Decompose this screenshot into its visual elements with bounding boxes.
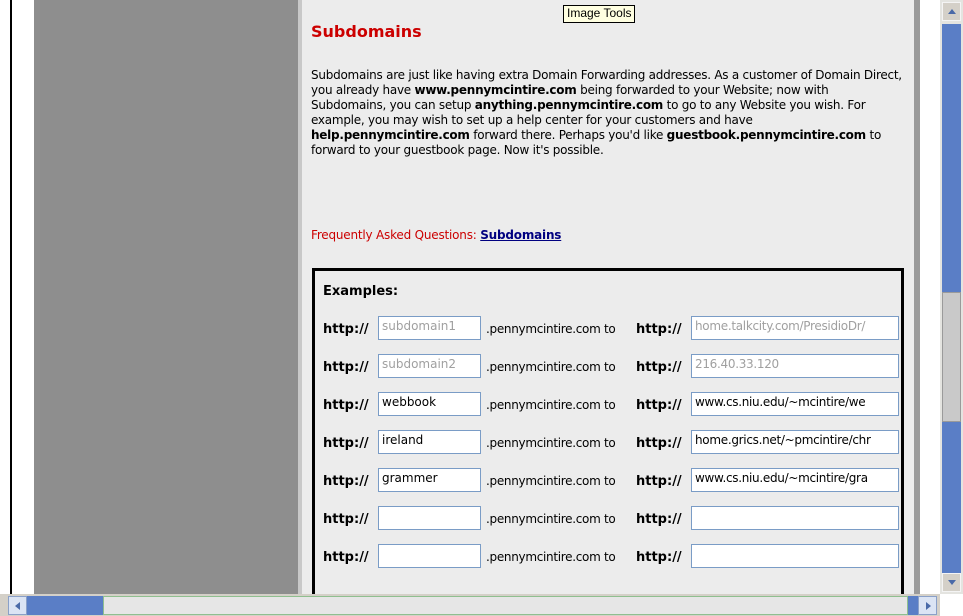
para-bold-4: guestbook.pennymcintire.com: [666, 128, 867, 142]
para-bold-2: anything.pennymcintire.com: [474, 98, 664, 112]
destination-url-input[interactable]: [691, 506, 899, 530]
http-prefix-label: http://: [323, 474, 369, 489]
http-target-label: http://: [636, 322, 682, 337]
para-text-4: forward there. Perhaps you'd like: [469, 128, 667, 142]
example-row: http:// subdomain2 .pennymcintire.com to ht…: [323, 354, 903, 380]
example-row: http:// ireland .pennymcintire.com to http:…: [323, 430, 903, 456]
http-target-label: http://: [636, 550, 682, 565]
destination-url-input[interactable]: home.grics.net/~pmcintire/chr: [691, 430, 899, 454]
vertical-scroll-thumb[interactable]: [942, 292, 961, 422]
destination-url-input[interactable]: www.cs.niu.edu/~mcintire/gra: [691, 468, 899, 492]
domain-suffix-label: .pennymcintire.com to: [486, 550, 616, 564]
arrow-left-icon: [15, 602, 20, 610]
http-target-label: http://: [636, 398, 682, 413]
examples-title: Examples:: [323, 284, 399, 299]
subdomain-input[interactable]: [378, 506, 481, 530]
examples-box: Examples: http:// subdomain1 .pennymcintir…: [312, 268, 904, 594]
subdomain-input[interactable]: ireland: [378, 430, 481, 454]
horizontal-scrollbar[interactable]: [0, 594, 963, 616]
domain-suffix-label: .pennymcintire.com to: [486, 474, 616, 488]
http-prefix-label: http://: [323, 550, 369, 565]
page-title: Subdomains: [311, 22, 422, 41]
http-target-label: http://: [636, 436, 682, 451]
para-bold-1: www.pennymcintire.com: [414, 83, 577, 97]
http-target-label: http://: [636, 512, 682, 527]
destination-url-input[interactable]: www.cs.niu.edu/~mcintire/we: [691, 392, 899, 416]
domain-suffix-label: .pennymcintire.com to: [486, 360, 616, 374]
scroll-right-button[interactable]: [918, 596, 937, 615]
domain-suffix-label: .pennymcintire.com to: [486, 398, 616, 412]
http-prefix-label: http://: [323, 398, 369, 413]
example-row: http:// subdomain1 .pennymcintire.com to ht…: [323, 316, 903, 342]
domain-suffix-label: .pennymcintire.com to: [486, 512, 616, 526]
image-tools-tooltip: Image Tools: [563, 5, 636, 23]
subdomain-input[interactable]: grammer: [378, 468, 481, 492]
subdomain-input[interactable]: webbook: [378, 392, 481, 416]
scroll-up-button[interactable]: [942, 2, 961, 21]
left-frame-border: [10, 0, 12, 594]
faq-subdomains-link[interactable]: Subdomains: [480, 228, 561, 242]
domain-suffix-label: .pennymcintire.com to: [486, 436, 616, 450]
description-paragraph: Subdomains are just like having extra Do…: [311, 68, 907, 158]
example-row: http:// grammer .pennymcintire.com to http:…: [323, 468, 903, 494]
vertical-scrollbar[interactable]: [940, 0, 963, 594]
http-prefix-label: http://: [323, 436, 369, 451]
http-prefix-label: http://: [323, 322, 369, 337]
destination-url-input[interactable]: [691, 544, 899, 568]
destination-url-input[interactable]: 216.40.33.120: [691, 354, 899, 378]
horizontal-scroll-track-left[interactable]: [27, 596, 103, 615]
domain-suffix-label: .pennymcintire.com to: [486, 322, 616, 336]
example-row: http:// .pennymcintire.com to http://: [323, 506, 903, 532]
para-bold-3: help.pennymcintire.com: [311, 128, 470, 142]
http-target-label: http://: [636, 360, 682, 375]
http-prefix-label: http://: [323, 512, 369, 527]
scroll-left-button[interactable]: [8, 596, 27, 615]
faq-line: Frequently Asked Questions: Subdomains: [311, 228, 561, 242]
arrow-down-icon: [948, 580, 956, 585]
subdomain-input[interactable]: subdomain1: [378, 316, 481, 340]
example-row: http:// webbook .pennymcintire.com to http:…: [323, 392, 903, 418]
subdomain-input[interactable]: subdomain2: [378, 354, 481, 378]
left-gray-column: [34, 0, 298, 594]
arrow-right-icon: [926, 602, 931, 610]
arrow-up-icon: [948, 9, 956, 14]
vertical-scroll-track-lower[interactable]: [942, 422, 961, 573]
horizontal-scroll-track-right[interactable]: [908, 596, 918, 615]
faq-label: Frequently Asked Questions:: [311, 228, 481, 242]
main-content: Subdomains Subdomains are just like havi…: [302, 0, 914, 594]
scroll-down-button[interactable]: [942, 573, 961, 592]
http-target-label: http://: [636, 474, 682, 489]
right-frame-margin: [920, 0, 940, 594]
destination-url-input[interactable]: home.talkcity.com/PresidioDr/: [691, 316, 899, 340]
example-row: http:// .pennymcintire.com to http://: [323, 544, 903, 570]
horizontal-scroll-thumb[interactable]: [103, 596, 908, 615]
subdomain-input[interactable]: [378, 544, 481, 568]
vertical-scroll-track-upper[interactable]: [942, 24, 961, 292]
scrollbar-corner: [940, 594, 963, 616]
http-prefix-label: http://: [323, 360, 369, 375]
